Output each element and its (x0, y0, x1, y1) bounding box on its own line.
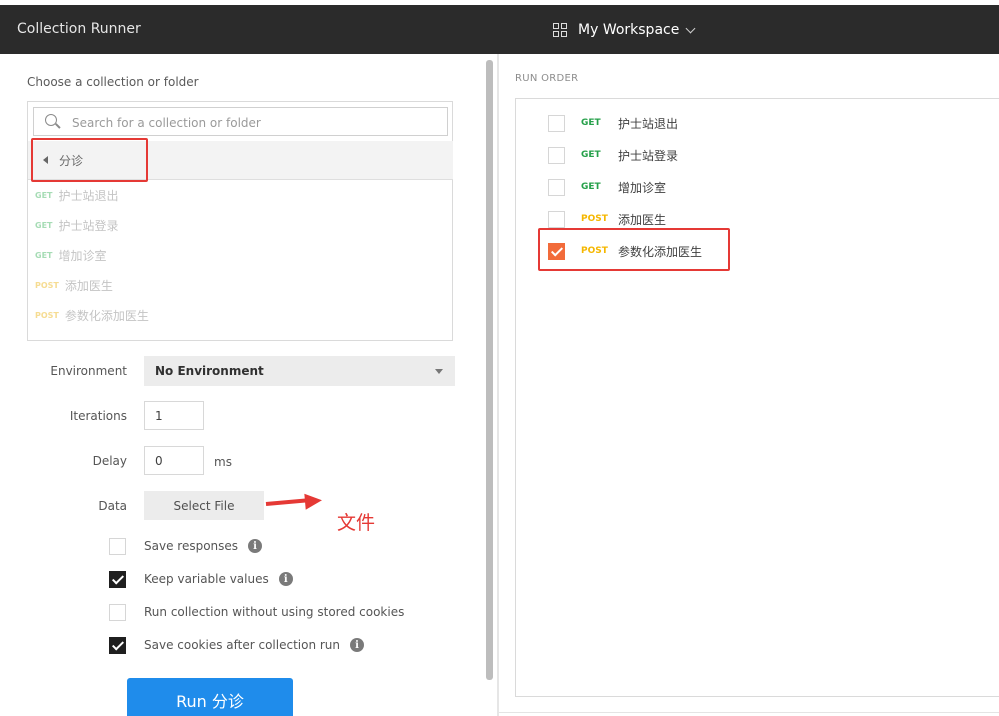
delay-label: Delay (92, 454, 127, 468)
method-badge: GET (581, 182, 601, 192)
search-input[interactable] (70, 112, 434, 134)
request-name: 护士站退出 (618, 116, 679, 131)
list-item[interactable]: GET 护士站退出 (35, 187, 119, 203)
request-name: 护士站退出 (58, 188, 119, 203)
checkbox[interactable] (548, 146, 565, 164)
request-name: 参数化添加医生 (64, 308, 149, 323)
run-order-item[interactable]: GET 护士站退出 (548, 114, 678, 132)
workspace-grid-icon (553, 23, 567, 37)
method-badge: GET (35, 250, 53, 260)
iterations-input[interactable] (144, 401, 204, 430)
run-order-header: RUN ORDER (515, 73, 579, 84)
chevron-down-icon (685, 23, 696, 33)
method-badge: GET (581, 118, 601, 128)
checkbox[interactable] (548, 178, 565, 196)
option-label: Save responses (144, 539, 239, 553)
iterations-label: Iterations (69, 409, 127, 423)
method-badge: POST (35, 310, 59, 320)
request-name: 增加诊室 (58, 248, 107, 263)
run-order-item[interactable]: GET 增加诊室 (548, 178, 666, 196)
search-icon (45, 114, 57, 126)
list-item[interactable]: POST 参数化添加医生 (35, 307, 149, 323)
checkbox[interactable] (548, 210, 565, 228)
info-icon[interactable]: i (278, 572, 293, 586)
data-label: Data (98, 499, 127, 513)
delay-input[interactable] (144, 446, 204, 475)
option-save-responses[interactable]: Save responses i (109, 537, 263, 555)
app-header: Collection Runner My Workspace (0, 5, 999, 54)
choose-collection-label: Choose a collection or folder (27, 75, 199, 89)
left-scrollbar[interactable] (486, 60, 493, 680)
info-icon[interactable]: i (350, 638, 365, 652)
app-title: Collection Runner (17, 21, 141, 37)
request-name: 添加医生 (618, 212, 667, 227)
option-keep-variable-values[interactable]: Keep variable values i (109, 570, 293, 588)
checkbox[interactable] (109, 603, 126, 621)
select-file-button[interactable]: Select File (144, 491, 264, 520)
run-button[interactable]: Run 分诊 (127, 678, 293, 716)
checkbox[interactable] (109, 537, 126, 555)
environment-value: No Environment (155, 364, 264, 378)
workspace-switcher[interactable]: My Workspace (553, 20, 696, 40)
bottom-divider (499, 712, 999, 713)
environment-select[interactable]: No Environment (144, 356, 455, 386)
list-item[interactable]: POST 添加医生 (35, 277, 113, 293)
checkbox[interactable] (548, 114, 565, 132)
checkbox[interactable] (109, 636, 126, 654)
info-icon[interactable]: i (248, 539, 263, 553)
request-name: 增加诊室 (618, 180, 667, 195)
annotation-highlight-run-item (538, 228, 730, 271)
collection-search[interactable] (33, 107, 448, 136)
option-label: Run collection without using stored cook… (144, 605, 405, 619)
option-label: Save cookies after collection run (144, 638, 341, 652)
annotation-highlight-folder (31, 138, 148, 182)
run-order-item[interactable]: POST 添加医生 (548, 210, 666, 228)
annotation-text: 文件 (337, 512, 376, 534)
method-badge: GET (581, 150, 601, 160)
request-name: 添加医生 (64, 278, 113, 293)
workspace-name: My Workspace (578, 22, 680, 38)
option-no-stored-cookies[interactable]: Run collection without using stored cook… (109, 603, 404, 621)
method-badge: POST (35, 280, 59, 290)
list-item[interactable]: GET 增加诊室 (35, 247, 107, 263)
option-save-cookies[interactable]: Save cookies after collection run i (109, 636, 365, 654)
method-badge: POST (581, 214, 608, 224)
option-label: Keep variable values (144, 572, 269, 586)
dropdown-caret-icon (435, 369, 443, 374)
checkbox[interactable] (109, 570, 126, 588)
delay-unit: ms (214, 455, 232, 469)
run-order-item[interactable]: GET 护士站登录 (548, 146, 678, 164)
method-badge: GET (35, 190, 53, 200)
method-badge: GET (35, 220, 53, 230)
request-name: 护士站登录 (58, 218, 119, 233)
annotation-arrow-head (304, 492, 323, 510)
request-name: 护士站登录 (618, 148, 679, 163)
list-item[interactable]: GET 护士站登录 (35, 217, 119, 233)
environment-label: Environment (50, 364, 127, 378)
panel-divider[interactable] (497, 54, 499, 716)
